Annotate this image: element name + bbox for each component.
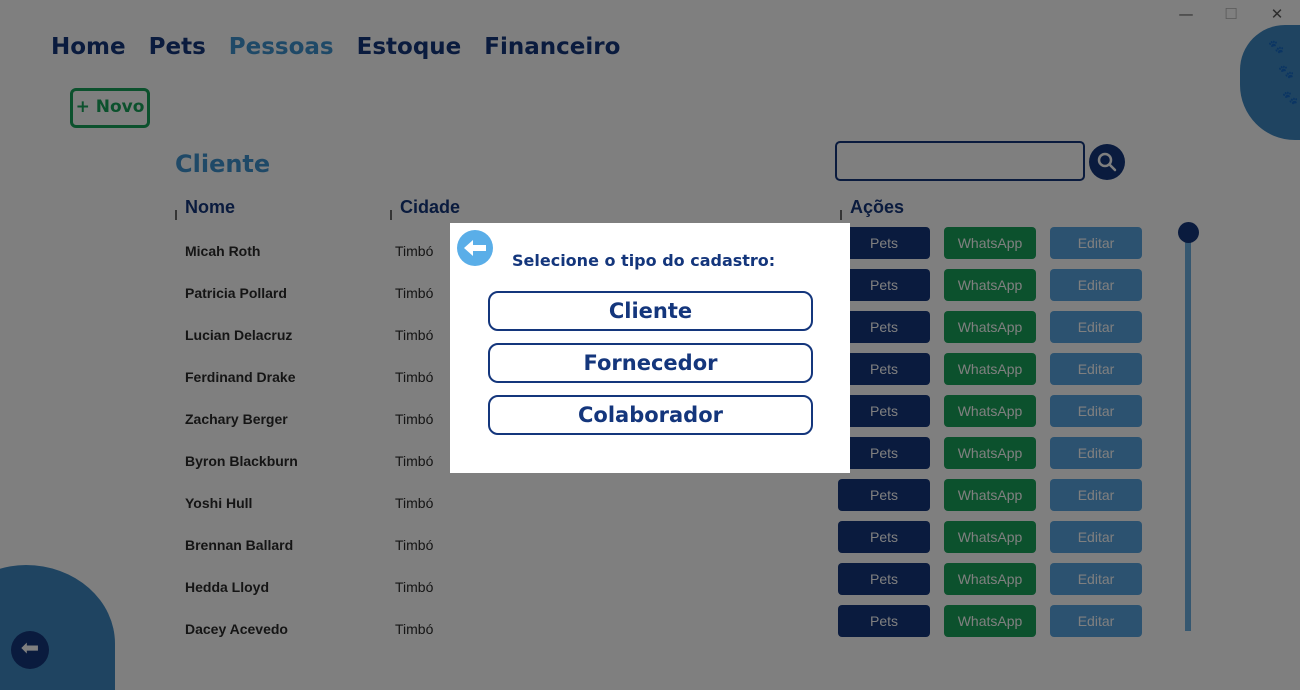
arrow-left-icon xyxy=(464,240,486,256)
option-fornecedor-button[interactable]: Fornecedor xyxy=(488,343,813,383)
dialog-title: Selecione o tipo do cadastro: xyxy=(512,251,776,270)
option-cliente-button[interactable]: Cliente xyxy=(488,291,813,331)
dialog-back-button[interactable] xyxy=(457,230,493,266)
register-type-dialog: Selecione o tipo do cadastro: Cliente Fo… xyxy=(450,223,850,473)
app-window: — ☐ ✕ 🐾 🐾 🐾 ⬅ Home Pets Pessoas Estoque … xyxy=(0,0,1300,690)
option-colaborador-button[interactable]: Colaborador xyxy=(488,395,813,435)
